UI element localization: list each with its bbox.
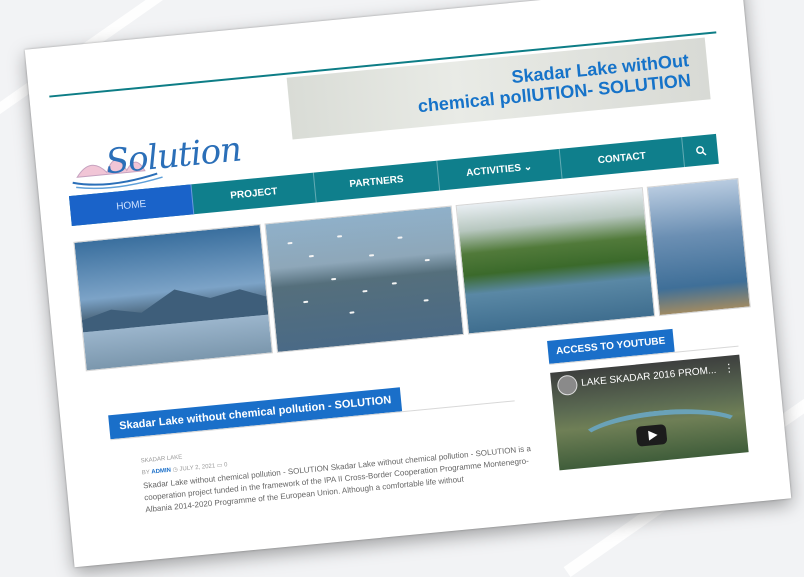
nav-partners[interactable]: PARTNERS <box>314 160 440 203</box>
mountain-silhouette <box>81 289 269 333</box>
post-author[interactable]: ADMIN <box>151 468 171 476</box>
play-button-icon[interactable] <box>635 424 668 447</box>
clock-icon: ◷ <box>172 466 179 474</box>
video-menu-icon[interactable]: ⋮ <box>723 361 735 375</box>
webpage-printout: Skadar Lake withOut chemical pollUTION- … <box>24 0 792 568</box>
gallery-photo-river[interactable] <box>455 187 656 335</box>
search-button[interactable] <box>682 134 719 167</box>
nav-contact[interactable]: CONTACT <box>559 137 686 179</box>
video-title[interactable]: LAKE SKADAR 2016 PROM... <box>581 365 717 389</box>
gallery-photo-mountain-lake[interactable] <box>73 223 273 372</box>
gallery-photo-boats[interactable] <box>646 177 751 317</box>
post-excerpt: Skadar Lake without chemical pollution -… <box>142 444 532 515</box>
nav-activities[interactable]: ACTIVITIES ⌄ <box>436 148 563 191</box>
gallery-photo-birds[interactable] <box>264 205 465 353</box>
search-icon <box>695 145 706 156</box>
channel-avatar[interactable] <box>556 374 579 397</box>
post-comments[interactable]: 0 <box>224 462 228 468</box>
post-date: JULY 2, 2021 <box>179 463 216 473</box>
post-category[interactable]: SKADAR LAKE <box>140 454 182 464</box>
post-by-label: BY <box>141 469 151 477</box>
section-title[interactable]: Skadar Lake without chemical pollution -… <box>108 387 403 440</box>
youtube-video-embed[interactable]: LAKE SKADAR 2016 PROM... ⋮ <box>550 354 749 471</box>
comment-icon: ▭ <box>216 462 223 470</box>
